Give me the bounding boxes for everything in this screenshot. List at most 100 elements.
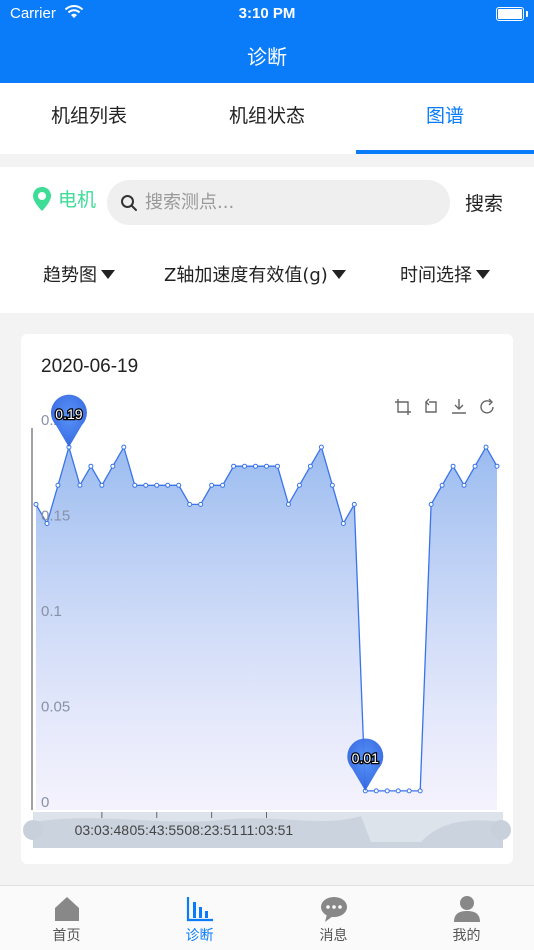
marker-label: 0.19 bbox=[55, 406, 82, 422]
page-title: 诊断 bbox=[247, 45, 287, 69]
location-selector[interactable]: 电机 bbox=[32, 185, 96, 212]
bottom-tab-diagnosis[interactable]: 诊断 bbox=[133, 886, 266, 950]
metric-dropdown[interactable]: Z轴加速度有效值(g) bbox=[164, 261, 346, 287]
data-point[interactable] bbox=[406, 788, 412, 794]
status-bar: Carrier 3:10 PM bbox=[0, 0, 534, 28]
data-point[interactable] bbox=[329, 482, 335, 488]
tab-label: 机组状态 bbox=[228, 105, 305, 127]
nav-bar: 诊断 bbox=[0, 28, 534, 83]
data-point[interactable] bbox=[242, 463, 248, 469]
tab-unit-list[interactable]: 机组列表 bbox=[0, 83, 178, 154]
tab-unit-status[interactable]: 机组状态 bbox=[178, 83, 356, 154]
data-point[interactable] bbox=[472, 463, 478, 469]
battery-icon bbox=[496, 7, 524, 21]
filter-area: 电机 搜索 趋势图 Z轴加速度有效值(g) 时间选择 bbox=[0, 167, 534, 313]
dropdown-label: 时间选择 bbox=[400, 265, 472, 286]
y-tick-label: 0 bbox=[41, 794, 49, 811]
data-point[interactable] bbox=[274, 463, 280, 469]
search-input[interactable] bbox=[145, 188, 435, 217]
search-button[interactable]: 搜索 bbox=[465, 189, 503, 216]
data-point[interactable] bbox=[395, 788, 401, 794]
data-point[interactable] bbox=[417, 788, 423, 794]
message-icon bbox=[321, 897, 347, 922]
series-area bbox=[36, 447, 497, 810]
caret-down-icon bbox=[101, 269, 115, 279]
clock: 3:10 PM bbox=[238, 5, 296, 22]
tab-spectrum[interactable]: 图谱 bbox=[356, 83, 534, 154]
bottom-tab-home[interactable]: 首页 bbox=[0, 886, 133, 950]
data-point[interactable] bbox=[384, 788, 390, 794]
time-dropdown[interactable]: 时间选择 bbox=[400, 261, 490, 287]
search-icon bbox=[121, 195, 137, 211]
active-tab-indicator bbox=[356, 150, 534, 154]
data-point[interactable] bbox=[285, 501, 291, 507]
y-tick-label: 0.05 bbox=[41, 699, 70, 716]
x-tick-label: 05:43:55 bbox=[129, 822, 184, 838]
data-point[interactable] bbox=[296, 482, 302, 488]
dropdown-label: 趋势图 bbox=[43, 265, 97, 286]
y-tick-label: 0.15 bbox=[41, 508, 70, 525]
location-label: 电机 bbox=[58, 189, 97, 211]
data-point[interactable] bbox=[253, 463, 259, 469]
data-point[interactable] bbox=[373, 788, 379, 794]
data-point[interactable] bbox=[461, 482, 467, 488]
top-tabs: 机组列表 机组状态 图谱 bbox=[0, 83, 534, 154]
y-tick-label: 0.1 bbox=[41, 603, 62, 620]
value-marker[interactable]: 0.19 bbox=[50, 394, 87, 448]
data-point[interactable] bbox=[99, 482, 105, 488]
data-point[interactable] bbox=[264, 463, 269, 469]
bottom-tab-bar: 首页 诊断 消息 我的 bbox=[0, 885, 534, 950]
data-point[interactable] bbox=[33, 501, 39, 507]
x-tick-label: 03:03:48 bbox=[75, 822, 130, 838]
search-box bbox=[107, 180, 450, 225]
marker-label: 0.01 bbox=[352, 750, 379, 766]
trend-chart[interactable]: 00.050.10.150.203:03:48 05:43:55 08:23:51 1… bbox=[21, 334, 513, 864]
data-point[interactable] bbox=[428, 501, 434, 507]
bottom-tab-messages[interactable]: 消息 bbox=[267, 886, 400, 950]
data-point[interactable] bbox=[187, 501, 193, 507]
battery-tip bbox=[526, 11, 528, 17]
dropdown-label: Z轴加速度有效值(g) bbox=[164, 265, 328, 286]
data-point[interactable] bbox=[494, 463, 500, 469]
bottom-tab-profile[interactable]: 我的 bbox=[400, 886, 533, 950]
data-point[interactable] bbox=[318, 444, 324, 450]
data-point[interactable] bbox=[132, 482, 138, 488]
location-pin-icon bbox=[33, 186, 51, 211]
data-point[interactable] bbox=[165, 482, 171, 488]
data-point[interactable] bbox=[110, 463, 116, 469]
caret-down-icon bbox=[476, 269, 490, 279]
data-point[interactable] bbox=[220, 482, 226, 488]
slider-handle-left[interactable] bbox=[23, 820, 43, 840]
slider-handle-right[interactable] bbox=[491, 820, 511, 840]
bottom-tab-label: 首页 bbox=[52, 928, 81, 944]
data-point[interactable] bbox=[198, 501, 204, 507]
data-point[interactable] bbox=[143, 482, 149, 488]
data-point[interactable] bbox=[88, 463, 94, 469]
chart-card: 2020-06-19 0 0.05 0.1 0.15 0.2 03:03:48 … bbox=[21, 334, 513, 864]
x-tick-label: 08:23:51 bbox=[184, 822, 239, 838]
bottom-tab-label: 消息 bbox=[319, 928, 348, 944]
tab-label: 机组列表 bbox=[50, 105, 127, 127]
home-icon bbox=[55, 897, 79, 921]
data-point[interactable] bbox=[209, 482, 215, 488]
bottom-tab-label: 诊断 bbox=[185, 928, 214, 944]
data-point[interactable] bbox=[351, 501, 357, 507]
data-point[interactable] bbox=[55, 482, 61, 488]
chart-type-dropdown[interactable]: 趋势图 bbox=[43, 261, 115, 287]
data-point[interactable] bbox=[450, 463, 456, 469]
data-point[interactable] bbox=[121, 444, 127, 450]
x-tick-label: 11:03:51 bbox=[240, 822, 294, 838]
data-point[interactable] bbox=[176, 482, 182, 488]
data-point[interactable] bbox=[340, 521, 346, 526]
tab-label: 图谱 bbox=[425, 105, 464, 127]
data-point[interactable] bbox=[231, 463, 237, 469]
user-icon bbox=[454, 896, 480, 922]
data-point[interactable] bbox=[154, 482, 160, 488]
data-point[interactable] bbox=[307, 463, 313, 469]
bar-chart-icon bbox=[186, 897, 213, 922]
caret-down-icon bbox=[331, 269, 346, 279]
bottom-tab-label: 我的 bbox=[452, 928, 481, 944]
data-point[interactable] bbox=[483, 444, 489, 450]
data-point[interactable] bbox=[439, 482, 445, 488]
data-point[interactable] bbox=[77, 482, 83, 488]
